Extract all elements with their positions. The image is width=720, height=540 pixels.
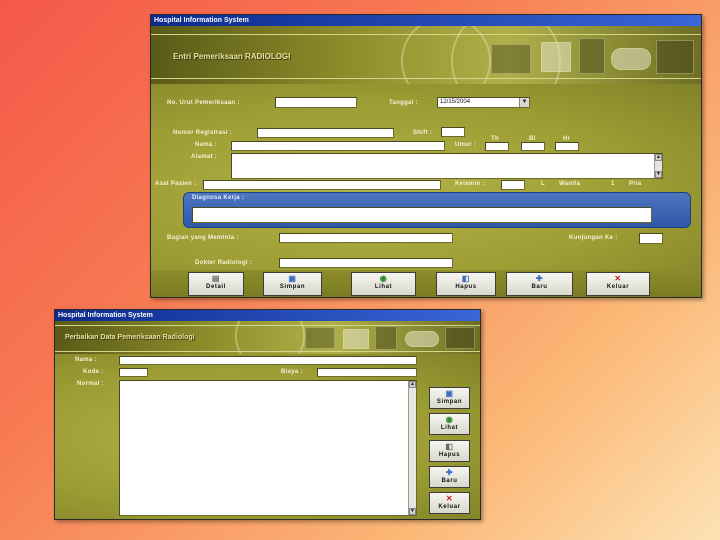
view-icon: ◉ [445, 415, 454, 424]
biaya-label: Biaya : [281, 369, 303, 375]
tanggal-label: Tanggal : [389, 100, 418, 106]
nomor-registrasi-label: Nomor Registrasi : [173, 130, 233, 136]
document-icon: ▤ [211, 274, 221, 283]
button-bar: ▤ Detail ▣ Simpan ◉ Lihat ◧ Hapus ✚ Baru… [151, 270, 701, 297]
window-title-bar[interactable]: Hospital Information System [151, 15, 701, 26]
kode-label: Kode : [83, 369, 104, 375]
diagnosa-kerja-field[interactable] [192, 207, 652, 223]
shift-label: Shift : [413, 130, 433, 136]
lihat-button[interactable]: ◉ Lihat [351, 272, 416, 296]
decor-equipment [305, 327, 335, 349]
kelamin-label: Kelamin : [455, 181, 485, 187]
form-title: Perbaikan Data Pemeriksaan Radiologi [65, 334, 195, 341]
nama-label: Nama : [75, 357, 97, 363]
decor-equipment [541, 42, 571, 72]
decor-scanner [405, 331, 439, 347]
detail-button[interactable]: ▤ Detail [188, 272, 244, 296]
save-icon: ▣ [445, 389, 454, 398]
close-icon: ✕ [614, 274, 622, 283]
tanggal-value: 12/15/2004 [440, 99, 471, 105]
bagian-yang-meminta-field[interactable] [279, 233, 453, 243]
alamat-scrollbar[interactable]: ▲ ▼ [654, 154, 662, 178]
lihat-button[interactable]: ◉ Lihat [429, 413, 470, 435]
decor-equipment [491, 44, 531, 74]
alamat-textarea[interactable]: ▲ ▼ [231, 153, 663, 179]
nama-field[interactable] [231, 141, 445, 151]
decor-equipment [375, 326, 397, 350]
kelamin-code-l: L [541, 181, 545, 187]
normal-label: Normal : [77, 381, 104, 387]
scroll-down-icon[interactable]: ▼ [409, 508, 416, 515]
no-urut-label: No. Urut Pemeriksaan : [167, 100, 240, 106]
kelamin-pria-label: Pria [629, 181, 642, 187]
kode-field[interactable] [119, 368, 148, 377]
nomor-registrasi-field[interactable] [257, 128, 394, 138]
umur-label: Umur : [455, 142, 477, 148]
delete-icon: ◧ [461, 274, 471, 283]
asal-pasien-field[interactable] [203, 180, 441, 190]
simpan-button[interactable]: ▣ Simpan [263, 272, 322, 296]
hapus-button[interactable]: ◧ Hapus [429, 440, 470, 462]
kelamin-field[interactable] [501, 180, 525, 190]
baru-button[interactable]: ✚ Baru [429, 466, 470, 488]
delete-icon: ◧ [445, 442, 454, 451]
umur-bulan-field[interactable] [521, 142, 545, 151]
perbaikan-radiologi-window: Hospital Information System Perbaikan Da… [54, 309, 481, 520]
scroll-down-icon[interactable]: ▼ [655, 171, 662, 178]
chevron-down-icon[interactable]: ▼ [519, 98, 529, 107]
decor-equipment [656, 40, 694, 74]
scroll-up-icon[interactable]: ▲ [409, 381, 416, 388]
keluar-button[interactable]: ✕ Keluar [429, 492, 470, 514]
nama-field[interactable] [119, 356, 417, 365]
decor-equipment [343, 329, 369, 349]
new-icon: ✚ [535, 274, 544, 283]
form-title: Entri Pemeriksaan RADIOLOGI [173, 52, 291, 61]
view-icon: ◉ [379, 274, 388, 283]
hapus-button[interactable]: ◧ Hapus [436, 272, 496, 296]
decor-equipment [445, 327, 475, 349]
diagnosa-kerja-label: Diagnosa Kerja : [192, 195, 245, 201]
save-icon: ▣ [288, 274, 297, 283]
window-title: Hospital Information System [154, 17, 249, 24]
kunjungan-ke-field[interactable] [639, 233, 663, 244]
entri-radiologi-window: Hospital Information System Entri Pemeri… [150, 14, 702, 298]
alamat-label: Alamat : [191, 154, 218, 160]
biaya-field[interactable] [317, 368, 417, 377]
close-icon: ✕ [445, 494, 454, 503]
header-banner: Perbaikan Data Pemeriksaan Radiologi [55, 321, 480, 354]
dokter-radiologi-field[interactable] [279, 258, 453, 268]
diagnosa-panel: Diagnosa Kerja : [183, 192, 691, 228]
normal-textarea[interactable]: ▲ ▼ [119, 380, 417, 516]
scroll-up-icon[interactable]: ▲ [655, 154, 662, 161]
kelamin-wanita-label: Wanita [559, 181, 581, 187]
kelamin-code-p: 1 [611, 181, 615, 187]
baru-button[interactable]: ✚ Baru [506, 272, 573, 296]
shift-field[interactable] [441, 127, 465, 137]
no-urut-field[interactable] [275, 97, 357, 108]
kunjungan-ke-label: Kunjungan Ke : [569, 235, 618, 241]
umur-hari-field[interactable] [555, 142, 579, 151]
form-body: Nama : Kode : Biaya : Normal : ▲ ▼ ▣ Sim… [55, 354, 480, 519]
decor-ring [235, 321, 305, 354]
window-title-bar[interactable]: Hospital Information System [55, 310, 480, 321]
umur-tahun-field[interactable] [485, 142, 509, 151]
nama-label: Nama : [195, 142, 217, 148]
asal-pasien-label: Asal Pasien : [155, 181, 197, 187]
form-body: No. Urut Pemeriksaan : Tanggal : 12/15/2… [151, 84, 701, 297]
header-banner: Entri Pemeriksaan RADIOLOGI [151, 26, 701, 84]
dokter-radiologi-label: Dokter Radiologi : [195, 260, 253, 266]
new-icon: ✚ [445, 468, 454, 477]
bagian-yang-meminta-label: Bagian yang Meminta : [167, 235, 239, 241]
tanggal-date-picker[interactable]: 12/15/2004 ▼ [437, 97, 530, 108]
window-title: Hospital Information System [58, 312, 153, 319]
simpan-button[interactable]: ▣ Simpan [429, 387, 470, 409]
keluar-button[interactable]: ✕ Keluar [586, 272, 650, 296]
decor-equipment [579, 38, 605, 74]
normal-scrollbar[interactable]: ▲ ▼ [408, 381, 416, 515]
decor-scanner [611, 48, 651, 70]
